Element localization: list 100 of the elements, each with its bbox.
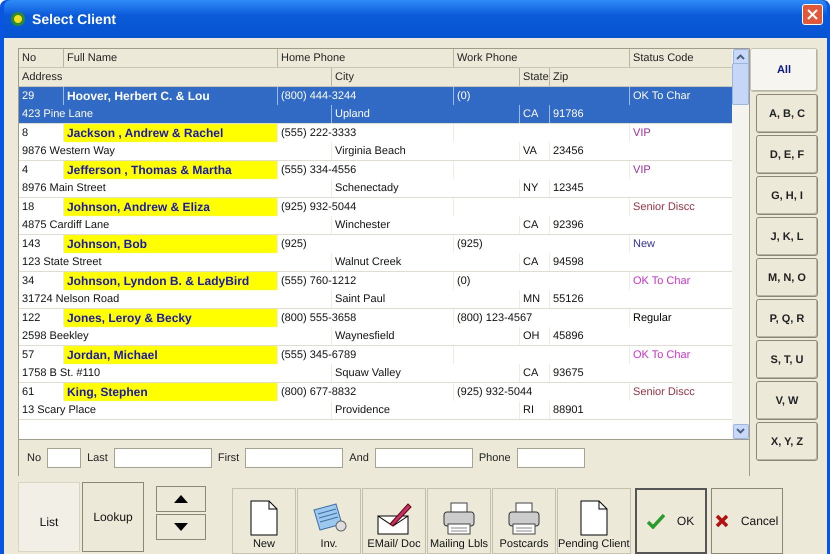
address: 13 Scary Place bbox=[21, 403, 97, 418]
city: Waynesfield bbox=[331, 327, 519, 345]
status-code: OK To Char bbox=[629, 87, 732, 105]
city: Winchester bbox=[331, 216, 519, 234]
state: VA bbox=[519, 142, 549, 160]
home-phone: (555) 334-4556 bbox=[277, 161, 453, 179]
client-name: Hoover, Herbert C. & Lou bbox=[63, 87, 277, 105]
letter-tab[interactable]: G, H, I bbox=[756, 176, 818, 215]
close-icon bbox=[807, 8, 818, 20]
move-up-button[interactable] bbox=[156, 486, 206, 512]
client-number: 61 bbox=[21, 385, 36, 400]
column-header[interactable]: No bbox=[19, 49, 63, 67]
column-header[interactable]: Work Phone bbox=[453, 49, 629, 67]
column-header[interactable]: Address bbox=[19, 68, 331, 86]
letter-tab[interactable]: V, W bbox=[756, 381, 818, 420]
search-field[interactable] bbox=[245, 448, 344, 468]
work-phone: (925) 932-5044 bbox=[453, 383, 629, 401]
vertical-scrollbar[interactable] bbox=[732, 49, 749, 439]
letter-tab[interactable]: A, B, C bbox=[756, 94, 818, 133]
search-field[interactable] bbox=[47, 448, 82, 468]
move-down-button[interactable] bbox=[156, 514, 206, 540]
search-label: And bbox=[349, 452, 369, 464]
work-phone: (0) bbox=[453, 87, 629, 105]
letter-tab[interactable]: D, E, F bbox=[756, 135, 818, 174]
up-triangle-icon bbox=[174, 495, 188, 503]
letter-tab[interactable]: M, N, O bbox=[756, 258, 818, 297]
home-phone: (555) 345-6789 bbox=[277, 346, 453, 364]
letter-tab[interactable]: P, Q, R bbox=[756, 299, 818, 338]
toolbar-button[interactable]: Postcards bbox=[492, 488, 556, 554]
letter-tab[interactable]: X, Y, Z bbox=[756, 422, 818, 461]
column-header[interactable]: City bbox=[331, 68, 519, 86]
client-number: 18 bbox=[21, 200, 36, 215]
state: RI bbox=[519, 401, 549, 419]
search-field[interactable] bbox=[114, 448, 212, 468]
close-button[interactable] bbox=[802, 4, 823, 24]
city: Upland bbox=[331, 105, 519, 123]
client-name: Jordan, Michael bbox=[63, 346, 277, 364]
client-number: 143 bbox=[21, 237, 42, 252]
client-name: Johnson, Bob bbox=[63, 235, 277, 253]
city: Walnut Creek bbox=[331, 253, 519, 271]
state: CA bbox=[519, 105, 549, 123]
client-number: 34 bbox=[21, 274, 36, 289]
address: 9876 Western Way bbox=[21, 144, 116, 159]
state: MN bbox=[519, 290, 549, 308]
address: 4875 Cardiff Lane bbox=[21, 218, 110, 233]
address: 423 Pine Lane bbox=[19, 105, 331, 123]
view-tab[interactable]: List bbox=[18, 482, 80, 552]
client-name: Johnson, Lyndon B. & LadyBird bbox=[63, 272, 277, 290]
work-phone: (800) 123-4567 bbox=[453, 309, 629, 327]
state: NY bbox=[519, 179, 549, 197]
toolbar-button[interactable]: Pending Client bbox=[557, 488, 631, 554]
address: 31724 Nelson Road bbox=[21, 292, 120, 307]
scrollbar-thumb[interactable] bbox=[732, 63, 749, 105]
client-number: 57 bbox=[21, 348, 36, 363]
city: Providence bbox=[331, 401, 519, 419]
toolbar-button[interactable]: Mailing Lbls bbox=[427, 488, 491, 554]
client-name: Johnson, Andrew & Eliza bbox=[63, 198, 277, 216]
home-phone: (800) 677-8832 bbox=[277, 383, 453, 401]
checkmark-icon bbox=[646, 513, 665, 529]
work-phone: (925) bbox=[453, 235, 629, 253]
client-number: 122 bbox=[21, 311, 42, 326]
search-field[interactable] bbox=[374, 448, 473, 468]
printer-icon bbox=[442, 502, 476, 536]
state: CA bbox=[519, 253, 549, 271]
client-number: 4 bbox=[21, 163, 30, 178]
printer-icon bbox=[507, 502, 541, 536]
column-header[interactable]: State bbox=[519, 68, 549, 86]
letter-tab[interactable]: S, T, U bbox=[756, 340, 818, 379]
column-header[interactable]: Full Name bbox=[63, 49, 277, 67]
client-name: King, Stephen bbox=[63, 383, 277, 401]
envelope-pen-icon bbox=[376, 502, 412, 536]
letter-tab[interactable]: J, K, L bbox=[756, 217, 818, 256]
client-number: 8 bbox=[21, 126, 30, 141]
search-label: Last bbox=[87, 452, 108, 464]
city: Squaw Valley bbox=[331, 364, 519, 382]
view-tab[interactable]: Lookup bbox=[82, 482, 144, 552]
search-field[interactable] bbox=[516, 448, 585, 468]
search-label: No bbox=[27, 452, 42, 464]
letter-tab[interactable]: All bbox=[750, 48, 818, 92]
column-header[interactable]: Home Phone bbox=[277, 49, 453, 67]
ok-button[interactable]: OK bbox=[634, 488, 707, 554]
home-phone: (925) 932-5044 bbox=[277, 198, 453, 216]
toolbar-button[interactable]: New bbox=[232, 488, 296, 554]
address: 123 State Street bbox=[21, 255, 102, 270]
work-phone: (0) bbox=[453, 272, 629, 290]
address: 8976 Main Street bbox=[21, 181, 107, 196]
toolbar-button[interactable]: EMail/ Doc bbox=[362, 488, 426, 554]
down-chevron-icon bbox=[736, 428, 745, 434]
home-phone: (800) 444-3244 bbox=[277, 87, 453, 105]
window-title: Select Client bbox=[32, 11, 118, 27]
city: Virginia Beach bbox=[331, 142, 519, 160]
close-icon bbox=[714, 514, 729, 528]
app-icon bbox=[10, 11, 26, 27]
state: CA bbox=[519, 364, 549, 382]
address: 1758 B St. #110 bbox=[21, 366, 102, 381]
toolbar-button[interactable]: Inv. bbox=[297, 488, 361, 554]
cancel-button[interactable]: Cancel bbox=[710, 488, 783, 554]
address: 2598 Beekley bbox=[21, 329, 90, 344]
client-name: Jackson , Andrew & Rachel bbox=[63, 124, 277, 142]
city: Saint Paul bbox=[331, 290, 519, 308]
